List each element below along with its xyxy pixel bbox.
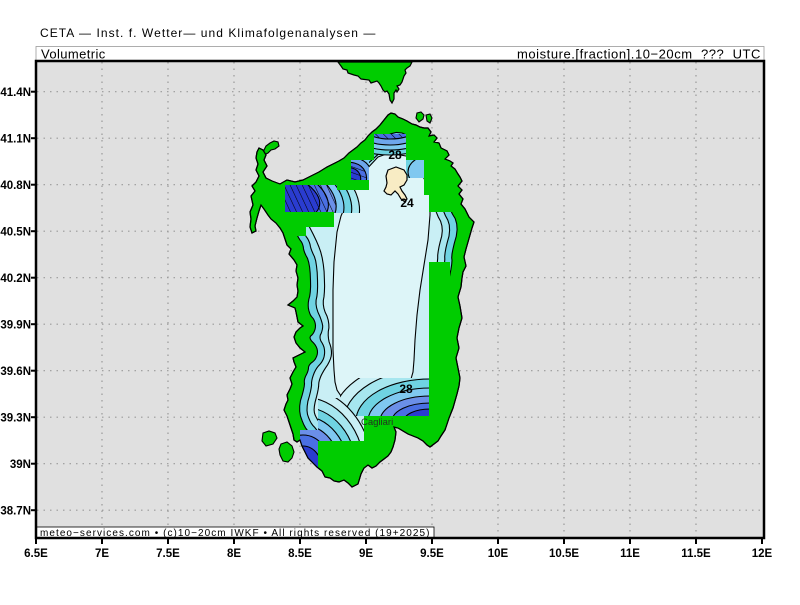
svg-text:11.5E: 11.5E xyxy=(681,548,711,560)
svg-text:38.7N: 38.7N xyxy=(0,505,31,517)
svg-text:CETA — Inst. f. Wetter— und Kl: CETA — Inst. f. Wetter— und Klimafolgena… xyxy=(40,26,376,40)
svg-text:Volumetric: Volumetric xyxy=(41,47,106,62)
svg-text:9E: 9E xyxy=(359,548,373,560)
svg-text:8.5E: 8.5E xyxy=(288,548,312,560)
svg-text:12E: 12E xyxy=(752,548,773,560)
svg-text:7E: 7E xyxy=(95,548,109,560)
svg-text:39.9N: 39.9N xyxy=(0,319,31,331)
svg-text:10E: 10E xyxy=(488,548,509,560)
svg-text:40.5N: 40.5N xyxy=(0,226,31,238)
svg-text:11E: 11E xyxy=(620,548,640,560)
svg-text:40.2N: 40.2N xyxy=(0,273,31,285)
svg-text:41.4N: 41.4N xyxy=(0,87,31,99)
svg-text:39.3N: 39.3N xyxy=(0,412,31,424)
svg-text:41.1N: 41.1N xyxy=(0,133,31,145)
svg-text:40.8N: 40.8N xyxy=(0,180,31,192)
svg-text:24: 24 xyxy=(400,196,414,210)
svg-text:moisture.[fraction].10−20cm ?: moisture.[fraction].10−20cm ??? UTC xyxy=(517,47,761,62)
svg-text:7.5E: 7.5E xyxy=(156,548,180,560)
svg-text:28: 28 xyxy=(388,148,402,162)
svg-text:8E: 8E xyxy=(227,548,241,560)
svg-text:10.5E: 10.5E xyxy=(549,548,579,560)
svg-text:39N: 39N xyxy=(10,459,31,471)
svg-text:Cagliari: Cagliari xyxy=(361,417,393,428)
svg-text:9.5E: 9.5E xyxy=(420,548,444,560)
svg-text:39.6N: 39.6N xyxy=(0,366,31,378)
svg-text:6.5E: 6.5E xyxy=(24,548,48,560)
svg-text:28: 28 xyxy=(399,382,413,396)
